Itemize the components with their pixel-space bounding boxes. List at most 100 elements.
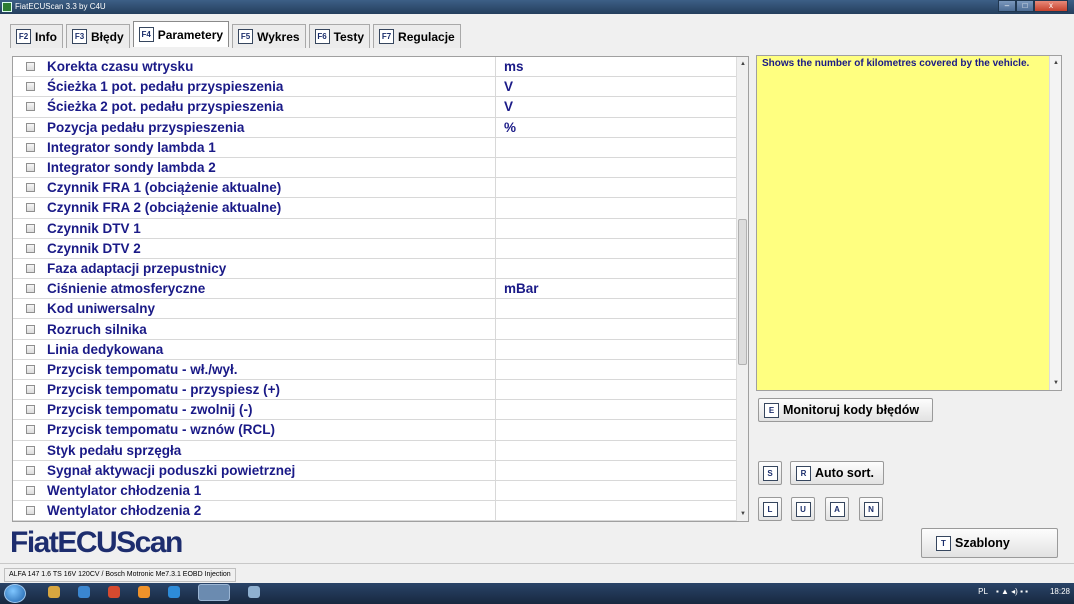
auto-sort-button[interactable]: R Auto sort. xyxy=(790,461,884,485)
row-checkbox[interactable] xyxy=(13,77,47,96)
table-row[interactable]: Rozruch silnika xyxy=(13,319,737,340)
parameter-name: Wentylator chłodzenia 1 xyxy=(47,483,202,499)
tab-parameters[interactable]: F4 Parametery xyxy=(132,21,230,47)
row-checkbox[interactable] xyxy=(13,118,47,137)
scroll-up-icon[interactable]: ▲ xyxy=(1050,56,1062,70)
parameter-scrollbar[interactable]: ▲ ▼ xyxy=(736,57,748,521)
tab-errors[interactable]: F3 Błędy xyxy=(66,24,130,48)
firefox-icon[interactable] xyxy=(138,586,150,598)
language-indicator[interactable]: PL xyxy=(978,587,988,596)
parameter-name: Czynnik FRA 1 (obciążenie aktualne) xyxy=(47,180,282,196)
ie-icon[interactable] xyxy=(168,586,180,598)
tab-adjustments[interactable]: F7 Regulacje xyxy=(373,24,461,48)
table-row[interactable]: Ścieżka 1 pot. pedału przyspieszenia V xyxy=(13,77,737,98)
row-checkbox[interactable] xyxy=(13,299,47,318)
tray-icons[interactable]: ▪ ▲ ◂) ▪ ▪ xyxy=(996,587,1028,596)
row-checkbox[interactable] xyxy=(13,219,47,238)
scroll-thumb[interactable] xyxy=(738,219,747,365)
parameter-name: Faza adaptacji przepustnicy xyxy=(47,260,227,276)
fiatecuscan-taskbar-icon[interactable] xyxy=(198,584,230,601)
row-checkbox[interactable] xyxy=(13,198,47,217)
parameter-name: Integrator sondy lambda 1 xyxy=(47,139,216,155)
row-checkbox[interactable] xyxy=(13,319,47,338)
table-row[interactable]: Przycisk tempomatu - przyspiesz (+) xyxy=(13,380,737,401)
row-checkbox[interactable] xyxy=(13,501,47,520)
row-checkbox[interactable] xyxy=(13,57,47,76)
parameter-name: Przycisk tempomatu - zwolnij (-) xyxy=(47,402,253,418)
table-row[interactable]: Kod uniwersalny xyxy=(13,299,737,320)
taskbar: PL ▪ ▲ ◂) ▪ ▪ 18:28 xyxy=(0,583,1074,604)
table-row[interactable]: Przycisk tempomatu - wznów (RCL) xyxy=(13,420,737,441)
close-button[interactable]: x xyxy=(1034,0,1068,12)
table-row[interactable]: Integrator sondy lambda 1 xyxy=(13,137,737,158)
parameter-unit: % xyxy=(495,117,737,137)
s-button[interactable]: S xyxy=(758,461,782,485)
scroll-down-icon[interactable]: ▼ xyxy=(1050,376,1062,390)
l-button[interactable]: L xyxy=(758,497,782,521)
table-row[interactable]: Styk pedału sprzęgła xyxy=(13,440,737,461)
table-row[interactable]: Korekta czasu wtrysku ms xyxy=(13,57,737,78)
row-checkbox[interactable] xyxy=(13,97,47,116)
row-checkbox[interactable] xyxy=(13,259,47,278)
table-row[interactable]: Czynnik DTV 1 xyxy=(13,218,737,239)
templates-button[interactable]: T Szablony xyxy=(921,528,1058,558)
checkbox-icon xyxy=(25,465,35,475)
row-checkbox[interactable] xyxy=(13,461,47,480)
row-checkbox[interactable] xyxy=(13,158,47,177)
table-row[interactable]: Przycisk tempomatu - wł./wył. xyxy=(13,359,737,380)
row-checkbox[interactable] xyxy=(13,380,47,399)
row-checkbox[interactable] xyxy=(13,178,47,197)
tab-tests[interactable]: F6 Testy xyxy=(308,24,371,48)
explorer-icon[interactable] xyxy=(48,586,60,598)
table-row[interactable]: Integrator sondy lambda 2 xyxy=(13,157,737,179)
chrome-icon[interactable] xyxy=(108,586,120,598)
table-row[interactable]: Czynnik FRA 1 (obciążenie aktualne) xyxy=(13,178,737,199)
n-button[interactable]: N xyxy=(859,497,883,521)
vehicle-status: ALFA 147 1.6 TS 16V 120CV / Bosch Motron… xyxy=(4,568,236,582)
scroll-down-icon[interactable]: ▼ xyxy=(737,507,748,521)
row-checkbox[interactable] xyxy=(13,138,47,157)
taskbar-icons xyxy=(48,584,278,601)
parameter-unit xyxy=(495,258,737,279)
monitor-errors-button[interactable]: E Monitoruj kody błędów xyxy=(758,398,933,422)
table-row[interactable]: Pozycja pedału przyspieszenia% xyxy=(13,117,737,138)
row-checkbox[interactable] xyxy=(13,279,47,298)
table-row[interactable]: Faza adaptacji przepustnicy xyxy=(13,258,737,280)
row-checkbox[interactable] xyxy=(13,360,47,379)
parameter-unit: mBar xyxy=(495,279,737,299)
key-icon: F2 xyxy=(16,29,31,44)
row-checkbox[interactable] xyxy=(13,239,47,258)
maximize-button[interactable]: □ xyxy=(1016,0,1034,12)
table-row[interactable]: Przycisk tempomatu - zwolnij (-) xyxy=(13,400,737,421)
row-checkbox[interactable] xyxy=(13,400,47,419)
table-row[interactable]: Czynnik FRA 2 (obciążenie aktualne) xyxy=(13,198,737,219)
key-icon: E xyxy=(764,402,779,418)
clock[interactable]: 18:28 xyxy=(1050,587,1070,596)
table-row[interactable]: Linia dedykowana xyxy=(13,339,737,360)
table-row[interactable]: Wentylator chłodzenia 1 xyxy=(13,480,737,502)
u-button[interactable]: U xyxy=(791,497,815,521)
minimize-button[interactable]: – xyxy=(998,0,1016,12)
row-checkbox[interactable] xyxy=(13,481,47,500)
scroll-up-icon[interactable]: ▲ xyxy=(737,57,748,71)
a-button[interactable]: A xyxy=(825,497,849,521)
checkbox-icon xyxy=(25,385,35,395)
table-row[interactable]: Czynnik DTV 2 xyxy=(13,238,737,259)
parameter-unit xyxy=(495,440,737,460)
status-bar: ALFA 147 1.6 TS 16V 120CV / Bosch Motron… xyxy=(0,563,1074,583)
table-row[interactable]: Ciśnienie atmosferyczne mBar xyxy=(13,279,737,300)
checkbox-icon xyxy=(25,263,35,273)
row-checkbox[interactable] xyxy=(13,441,47,460)
table-row[interactable]: Ścieżka 2 pot. pedału przyspieszenia V xyxy=(13,97,737,118)
tab-info[interactable]: F2 Info xyxy=(10,24,63,48)
table-row[interactable]: Sygnał aktywacji poduszki powietrznej xyxy=(13,460,737,481)
media-icon[interactable] xyxy=(78,586,90,598)
table-row[interactable]: Wentylator chłodzenia 2 xyxy=(13,501,737,521)
parameter-name: Czynnik DTV 2 xyxy=(47,240,141,256)
tab-charts[interactable]: F5 Wykres xyxy=(232,24,306,48)
row-checkbox[interactable] xyxy=(13,340,47,359)
description-scrollbar[interactable]: ▲ ▼ xyxy=(1049,56,1061,390)
start-button-icon[interactable] xyxy=(4,584,26,603)
row-checkbox[interactable] xyxy=(13,420,47,439)
app-icon[interactable] xyxy=(248,586,260,598)
